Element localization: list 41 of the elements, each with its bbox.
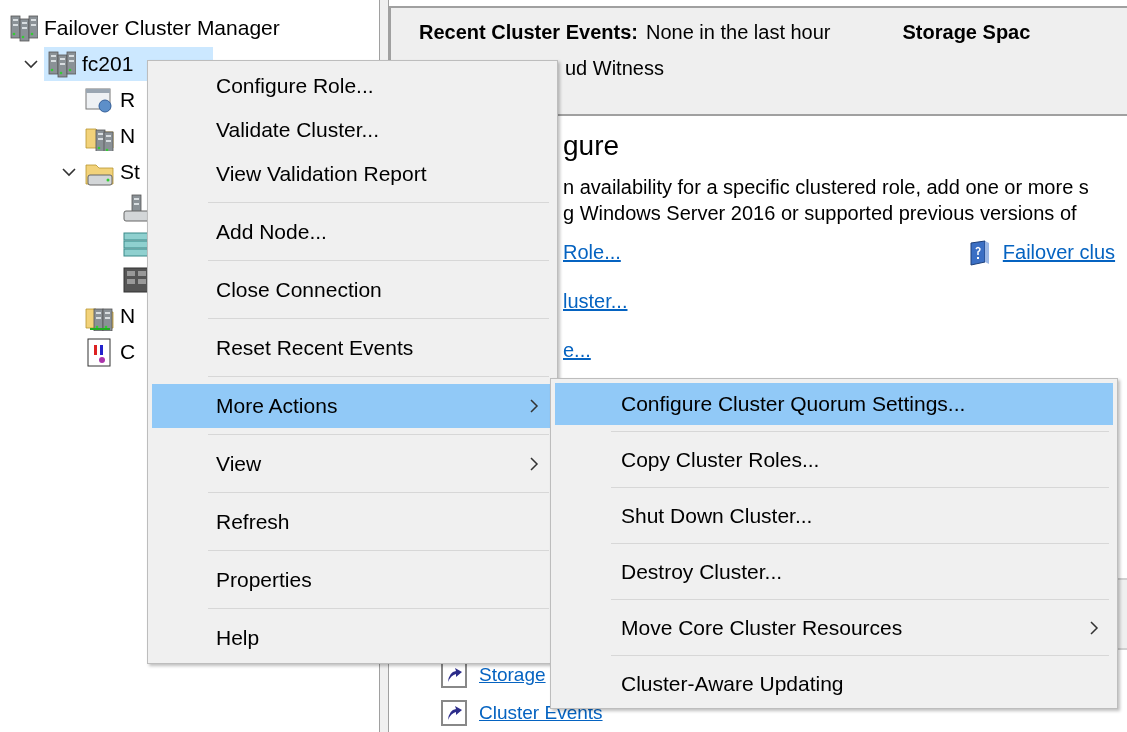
- field-label: Recent Cluster Events:: [419, 20, 638, 44]
- tree-item[interactable]: N: [82, 119, 138, 153]
- help-link[interactable]: Failover clus: [1002, 241, 1116, 264]
- menu-item[interactable]: View: [152, 442, 553, 486]
- menu-item[interactable]: Help: [152, 616, 553, 660]
- navigate-link[interactable]: Storage: [479, 664, 546, 686]
- menu-item[interactable]: Shut Down Cluster...: [555, 495, 1113, 537]
- tree-item[interactable]: N: [82, 299, 138, 333]
- menu-item[interactable]: Validate Cluster...: [152, 108, 553, 152]
- menu-item[interactable]: Copy Cluster Roles...: [555, 439, 1113, 481]
- menu-item[interactable]: View Validation Report: [152, 152, 553, 196]
- description-text: n availability for a specific clustered role, add one or more s: [563, 176, 1090, 200]
- menu-item[interactable]: Move Core Cluster Resources: [555, 607, 1113, 649]
- shortcut-icon: [441, 662, 467, 688]
- menu-item[interactable]: More Actions: [152, 384, 553, 428]
- description-text: g Windows Server 2016 or supported previous versions of: [563, 202, 1078, 226]
- field-label: Storage Spac: [902, 20, 1031, 44]
- tree-item[interactable]: R: [82, 83, 138, 117]
- shortcut-icon: [441, 700, 467, 726]
- section-heading: gure: [563, 130, 621, 162]
- field-value: None in the last hour: [645, 20, 831, 44]
- menu-item[interactable]: Destroy Cluster...: [555, 551, 1113, 593]
- menu-item[interactable]: Close Connection: [152, 268, 553, 312]
- navigate-link[interactable]: Cluster Events: [479, 702, 603, 724]
- events-icon: [84, 337, 114, 367]
- menu-item[interactable]: Properties: [152, 558, 553, 602]
- menu-item[interactable]: Configure Cluster Quorum Settings...: [555, 383, 1113, 425]
- roles-icon: [84, 85, 114, 115]
- tree-item[interactable]: Failover Cluster Manager: [6, 11, 282, 45]
- menu-item[interactable]: Refresh: [152, 500, 553, 544]
- tree-item[interactable]: C: [82, 335, 138, 369]
- field-value: ud Witness: [565, 56, 664, 80]
- tree-item[interactable]: St: [82, 155, 142, 189]
- menu-item[interactable]: Reset Recent Events: [152, 326, 553, 370]
- menu-item[interactable]: Add Node...: [152, 210, 553, 254]
- action-link[interactable]: luster...: [563, 290, 628, 313]
- action-link[interactable]: Role...: [563, 241, 621, 264]
- cluster-icon: [46, 49, 76, 79]
- menu-item[interactable]: Cluster-Aware Updating: [555, 663, 1113, 705]
- manager-icon: [8, 13, 38, 43]
- action-link[interactable]: e...: [563, 339, 591, 362]
